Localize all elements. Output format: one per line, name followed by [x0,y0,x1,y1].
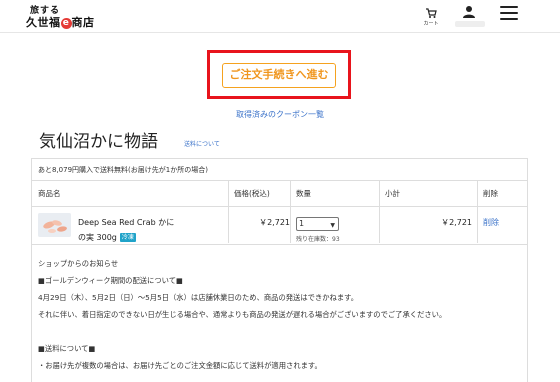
cart-icon [426,8,437,18]
delete-item-link[interactable]: 削除 [483,217,499,228]
notice-line: それに伴い、着日指定のできない日が生じる場合や、通常よりも商品の発送が遅れる場合… [38,310,447,319]
crab-meat-image [38,213,71,237]
frozen-tag: 冷凍 [119,233,136,242]
column-header-price: 価格(税込) [234,189,270,198]
cart-box: あと8,079円購入で送料無料(お届け先が1か所の場合) 商品名 価格(税込) … [31,158,528,382]
user-name-redacted [455,21,485,27]
notice-blank-line [38,323,518,340]
chevron-down-icon: ▼ [330,222,335,229]
user-icon[interactable] [462,5,476,19]
item-subtotal: ￥2,721 [441,218,472,227]
shop-title: 気仙沼かに物語 [39,132,158,152]
quantity-select[interactable]: 1 ▼ [296,217,339,231]
cart-item-row: Deep Sea Red Crab かに の実 300g 冷凍 ￥2,721 1 … [32,207,527,245]
column-header-product: 商品名 [38,189,61,198]
shop-notice: ショップからのお知らせ ■ゴールデンウィーク期間の配送について■ 4月29日（木… [38,255,518,374]
menu-icon[interactable] [500,6,518,21]
site-logo[interactable]: 旅する 久世福 e 商店 [26,3,94,29]
notice-heading: ショップからのお知らせ [38,259,119,268]
cart-label: カート [423,21,439,27]
column-header-quantity: 数量 [296,189,311,198]
notice-line: ■ゴールデンウィーク期間の配送について■ [38,276,183,285]
column-header-subtotal: 小計 [385,189,400,198]
free-shipping-note: あと8,079円購入で送料無料(お届け先が1か所の場合) [32,159,527,181]
cart-table-header: 商品名 価格(税込) 数量 小計 削除 [32,181,527,207]
notice-line: ・お届け先が複数の場合は、お届け先ごとのご注文金額に応じて送料が適用されます。 [38,361,322,370]
notice-line: ■送料について■ [38,344,96,353]
product-name-link[interactable]: Deep Sea Red Crab かに の実 300g 冷凍 [78,215,186,245]
coupon-list-link[interactable]: 取得済みのクーポン一覧 [200,109,360,120]
item-price: ￥2,721 [259,218,290,227]
site-header: 旅する 久世福 e 商店 カート [0,0,560,33]
logo-main-text: 久世福 e 商店 [26,16,95,29]
stock-remaining: 残り在庫数：93 [296,236,340,243]
checkout-highlight-frame: ご注文手続きへ進む [207,50,351,99]
cart-button[interactable]: カート [420,4,442,30]
notice-line: 4月29日（木）、5月2日（日）～5月5日（水）は店舗休業日のため、商品の発送は… [38,293,358,302]
column-header-delete: 削除 [483,189,498,198]
shipping-info-link[interactable]: 送料について [184,139,220,148]
proceed-checkout-button[interactable]: ご注文手続きへ進む [222,63,336,88]
product-thumbnail[interactable] [38,213,71,237]
